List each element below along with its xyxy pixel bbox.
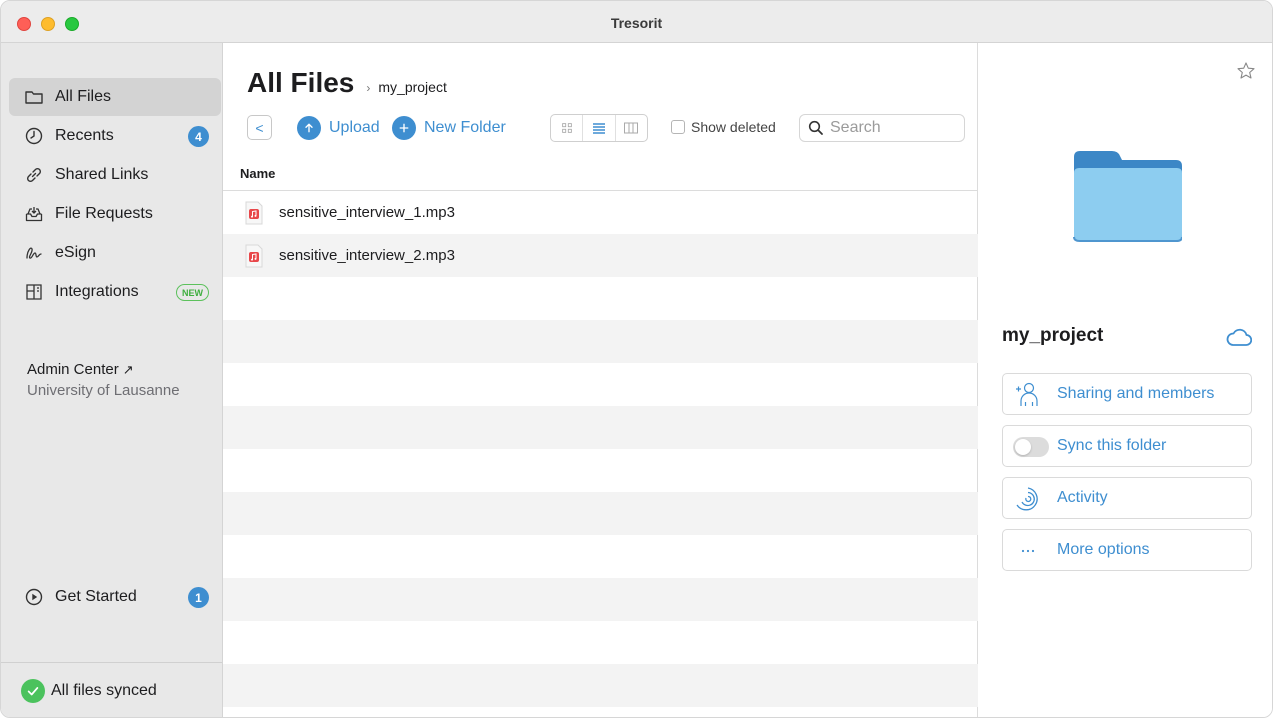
external-link-icon: ↗ bbox=[122, 362, 134, 377]
show-deleted-checkbox[interactable] bbox=[671, 120, 685, 134]
clock-icon bbox=[23, 125, 45, 147]
page-title: All Files bbox=[247, 67, 355, 98]
list-view-button[interactable] bbox=[583, 115, 616, 141]
empty-row bbox=[223, 535, 978, 578]
sync-folder-toggle[interactable]: Sync this folder bbox=[1002, 425, 1252, 467]
empty-row bbox=[223, 320, 978, 363]
sidebar: All Files Recents 4 Shared Links File Re… bbox=[1, 43, 223, 717]
window-title: Tresorit bbox=[610, 15, 663, 31]
new-folder-button[interactable]: New Folder bbox=[392, 116, 506, 140]
chevron-left-icon: < bbox=[255, 119, 264, 136]
search-input[interactable] bbox=[830, 119, 950, 137]
folder-name: my_project bbox=[1002, 325, 1104, 346]
add-member-icon bbox=[1013, 380, 1043, 410]
sidebar-item-label: Shared Links bbox=[55, 166, 149, 183]
activity-icon bbox=[1013, 484, 1043, 514]
sync-status-text: All files synced bbox=[51, 682, 157, 699]
organization-name: University of Lausanne bbox=[27, 382, 180, 399]
audio-file-icon bbox=[243, 201, 265, 225]
file-name: sensitive_interview_1.mp3 bbox=[279, 204, 455, 221]
admin-center-link[interactable]: Admin Center ↗ bbox=[27, 361, 134, 378]
more-options-button[interactable]: More options bbox=[1002, 529, 1252, 571]
file-list: sensitive_interview_1.mp3 sensitive_inte… bbox=[223, 191, 978, 717]
get-started-badge: 1 bbox=[188, 587, 209, 608]
sharing-label: Sharing and members bbox=[1057, 385, 1215, 402]
page-header: All Files › my_project bbox=[247, 67, 447, 99]
show-deleted-label: Show deleted bbox=[691, 119, 776, 135]
link-icon bbox=[23, 164, 45, 186]
empty-row bbox=[223, 707, 978, 717]
integrations-icon bbox=[23, 281, 45, 303]
sidebar-item-integrations[interactable]: Integrations NEW bbox=[9, 273, 221, 311]
upload-arrow-icon bbox=[297, 116, 321, 140]
empty-row bbox=[223, 578, 978, 621]
show-deleted-toggle[interactable]: Show deleted bbox=[671, 119, 776, 135]
sync-toggle-switch[interactable] bbox=[1013, 437, 1049, 457]
activity-label: Activity bbox=[1057, 489, 1108, 506]
empty-row bbox=[223, 449, 978, 492]
column-view-button[interactable] bbox=[616, 115, 647, 141]
empty-row bbox=[223, 363, 978, 406]
search-icon bbox=[808, 120, 823, 135]
sidebar-item-label: Integrations bbox=[55, 283, 139, 300]
folder-preview-icon bbox=[1072, 151, 1183, 248]
checkmark-icon bbox=[21, 679, 45, 703]
ellipsis-icon bbox=[1013, 536, 1043, 566]
table-row[interactable]: sensitive_interview_1.mp3 bbox=[223, 191, 978, 234]
new-folder-label: New Folder bbox=[424, 119, 506, 136]
grid-icon bbox=[561, 123, 572, 133]
column-header-label: Name bbox=[240, 165, 276, 181]
search-box[interactable] bbox=[799, 114, 965, 142]
file-name: sensitive_interview_2.mp3 bbox=[279, 247, 455, 264]
sidebar-item-label: File Requests bbox=[55, 205, 153, 222]
view-mode-selector bbox=[550, 114, 648, 142]
recents-count-badge: 4 bbox=[188, 126, 209, 147]
column-header-name[interactable]: Name bbox=[223, 156, 978, 191]
sidebar-item-file-requests[interactable]: File Requests bbox=[9, 195, 221, 233]
empty-row bbox=[223, 664, 978, 707]
title-bar: Tresorit bbox=[1, 1, 1272, 43]
upload-button[interactable]: Upload bbox=[297, 116, 380, 140]
details-panel: my_project Sharing and members Sync this… bbox=[978, 43, 1272, 717]
sidebar-item-all-files[interactable]: All Files bbox=[9, 78, 221, 116]
admin-center-label: Admin Center bbox=[27, 361, 119, 378]
back-button[interactable]: < bbox=[247, 115, 272, 140]
sidebar-item-label: Recents bbox=[55, 127, 114, 144]
sidebar-item-label: All Files bbox=[55, 88, 112, 105]
folder-icon bbox=[23, 86, 45, 108]
new-badge: NEW bbox=[176, 284, 209, 301]
upload-label: Upload bbox=[329, 119, 380, 136]
table-row[interactable]: sensitive_interview_2.mp3 bbox=[223, 234, 978, 277]
breadcrumb[interactable]: my_project bbox=[378, 79, 446, 95]
sidebar-item-esign[interactable]: eSign bbox=[9, 234, 221, 272]
sidebar-item-get-started[interactable]: Get Started 1 bbox=[9, 578, 221, 616]
grid-view-button[interactable] bbox=[551, 115, 584, 141]
plus-icon bbox=[392, 116, 416, 140]
cloud-icon bbox=[1226, 327, 1253, 352]
sidebar-item-shared-links[interactable]: Shared Links bbox=[9, 156, 221, 194]
audio-file-icon bbox=[243, 244, 265, 268]
list-icon bbox=[592, 123, 605, 134]
columns-icon bbox=[624, 122, 639, 134]
more-options-label: More options bbox=[1057, 541, 1150, 558]
signature-icon bbox=[23, 242, 45, 264]
toolbar: < Upload New Folder Show deleted Search bbox=[247, 114, 967, 142]
breadcrumb-separator: › bbox=[366, 81, 371, 95]
sidebar-item-recents[interactable]: Recents 4 bbox=[9, 117, 221, 155]
empty-row bbox=[223, 492, 978, 535]
sidebar-item-label: Get Started bbox=[55, 588, 137, 605]
sync-label: Sync this folder bbox=[1057, 437, 1167, 454]
file-browser: All Files › my_project < Upload New Fold… bbox=[223, 43, 978, 717]
sharing-and-members-button[interactable]: Sharing and members bbox=[1002, 373, 1252, 415]
favorite-star-icon[interactable] bbox=[1236, 61, 1256, 86]
empty-row bbox=[223, 277, 978, 320]
empty-row bbox=[223, 621, 978, 664]
empty-row bbox=[223, 406, 978, 449]
activity-button[interactable]: Activity bbox=[1002, 477, 1252, 519]
inbox-icon bbox=[23, 203, 45, 225]
sidebar-item-label: eSign bbox=[55, 244, 96, 261]
app-window: Tresorit All Files Recents 4 Shared Link… bbox=[0, 0, 1273, 718]
play-circle-icon bbox=[23, 586, 45, 608]
sync-status-bar: All files synced bbox=[1, 662, 222, 717]
